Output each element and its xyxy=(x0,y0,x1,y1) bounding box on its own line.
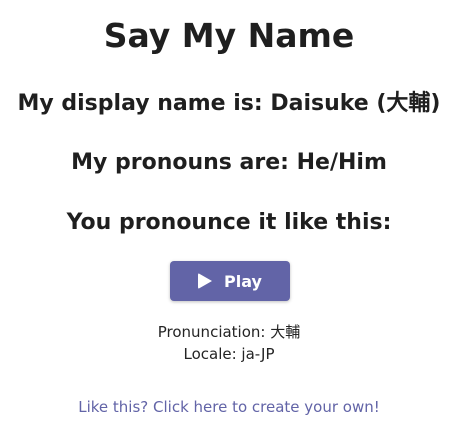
locale-value: ja-JP xyxy=(241,345,275,363)
locale-label: Locale: xyxy=(183,345,242,363)
say-my-name-card: Say My Name My display name is: Daisuke … xyxy=(0,0,458,431)
pronouns-line: My pronouns are: He/Him xyxy=(0,148,458,178)
pronunciation-label: Pronunciation: xyxy=(157,323,271,341)
play-button-label: Play xyxy=(224,271,262,291)
pronouns-value: He/Him xyxy=(296,150,387,175)
create-your-own-link[interactable]: Like this? Click here to create your own… xyxy=(0,396,458,418)
pronunciation-line: Pronunciation: 大輔 xyxy=(0,321,458,343)
play-icon xyxy=(198,273,213,289)
pronunciation-value: 大輔 xyxy=(270,323,301,341)
display-name-line: My display name is: Daisuke (大輔) xyxy=(0,89,458,119)
page-title: Say My Name xyxy=(103,16,355,55)
pronouns-prefix: My pronouns are: xyxy=(71,150,297,175)
display-name-prefix: My display name is: xyxy=(17,91,271,116)
locale-line: Locale: ja-JP xyxy=(0,343,458,365)
play-button[interactable]: Play xyxy=(170,261,290,301)
display-name-value: Daisuke (大輔) xyxy=(270,91,441,116)
pronounce-heading: You pronounce it like this: xyxy=(66,210,392,235)
